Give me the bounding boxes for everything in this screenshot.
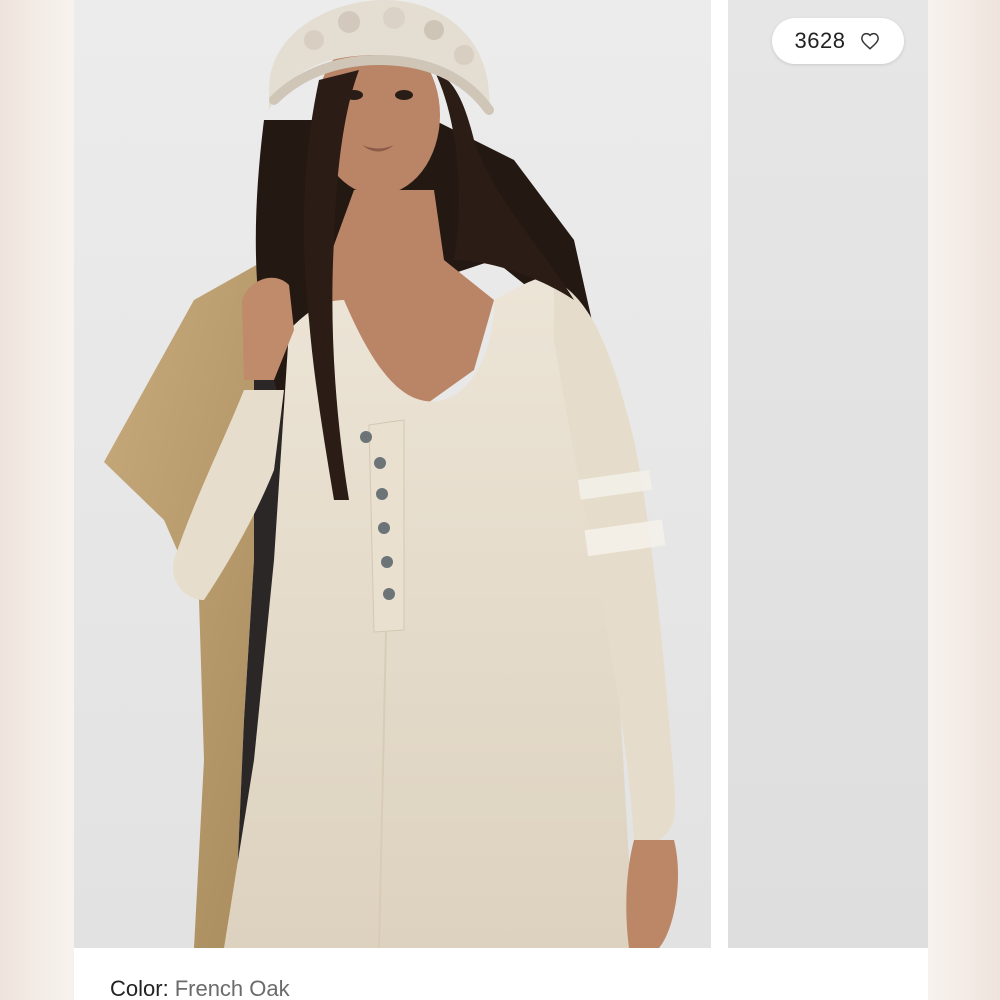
photo-gallery[interactable] bbox=[74, 0, 928, 948]
like-button[interactable]: 3628 bbox=[772, 18, 904, 64]
button-6 bbox=[383, 588, 395, 600]
heart-outline-icon bbox=[859, 30, 881, 52]
button-4 bbox=[378, 522, 390, 534]
next-photo-preview[interactable] bbox=[728, 0, 928, 948]
button-5 bbox=[381, 556, 393, 568]
product-photo-illustration bbox=[74, 0, 711, 948]
button-2 bbox=[374, 457, 386, 469]
page: 3628 Color: French Oak bbox=[0, 0, 1000, 1000]
button-3 bbox=[376, 488, 388, 500]
right-eye bbox=[395, 90, 413, 100]
color-attribute: Color: French Oak bbox=[110, 976, 290, 1000]
color-value: French Oak bbox=[174, 976, 290, 1000]
like-count: 3628 bbox=[794, 28, 846, 53]
product-photo[interactable] bbox=[74, 0, 711, 948]
button-1 bbox=[360, 431, 372, 443]
color-label: Color: bbox=[110, 976, 169, 1000]
